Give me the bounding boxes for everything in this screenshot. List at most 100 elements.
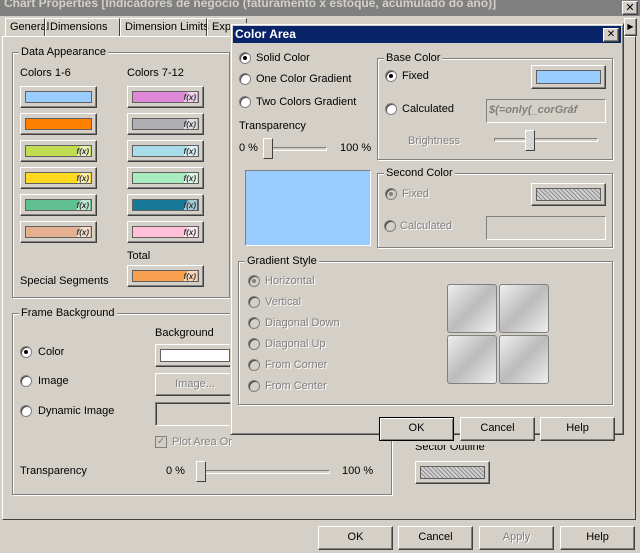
solid-color-radio[interactable] <box>239 52 251 64</box>
color-button-colors_7_12-3[interactable]: f(x) <box>127 140 204 162</box>
color-swatch: f(x) <box>25 226 92 238</box>
tab-dimensions[interactable]: Dimensions <box>45 18 120 37</box>
ok-button[interactable]: OK <box>318 526 393 550</box>
colors-7-12-label: Colors 7-12 <box>127 67 184 79</box>
color-button-colors_1_6-4[interactable]: f(x) <box>20 167 97 189</box>
gradient-option-radio[interactable] <box>248 317 260 329</box>
fx-icon: f(x) <box>177 271 197 281</box>
gradient-variant-3[interactable] <box>447 335 497 384</box>
second-calculated-label: Calculated <box>400 220 452 232</box>
transparency-slider-thumb[interactable] <box>196 461 206 482</box>
gradient-option-radio[interactable] <box>248 275 260 287</box>
image-radio-label: Image <box>38 375 69 387</box>
two-colors-gradient-radio[interactable] <box>239 96 251 108</box>
dialog-title: Color Area <box>235 27 296 41</box>
window-titlebar: Chart Properties [Indicadores de negócio… <box>0 0 640 16</box>
gradient-option-label: Diagonal Up <box>265 338 326 350</box>
dynamic-image-radio[interactable] <box>20 405 32 417</box>
color-preview <box>245 170 371 246</box>
total-color-button[interactable]: f(x) <box>127 265 204 287</box>
color-swatch: f(x) <box>132 226 199 238</box>
base-color-button[interactable] <box>531 65 606 89</box>
color-radio[interactable] <box>20 346 32 358</box>
window-title: Chart Properties [Indicadores de negócio… <box>4 0 497 10</box>
total-label: Total <box>127 250 151 262</box>
gradient-option-radio[interactable] <box>248 359 260 371</box>
color-swatch: f(x) <box>132 145 199 157</box>
fx-icon: f(x) <box>177 173 197 183</box>
group-title: Second Color <box>384 167 455 180</box>
dialog-ok-button[interactable]: OK <box>379 417 454 441</box>
color-swatch: f(x) <box>132 91 199 103</box>
transparency-label: Transparency <box>20 465 87 477</box>
color-swatch: f(x) <box>132 172 199 184</box>
color-swatch <box>536 70 601 84</box>
group-title: Base Color <box>384 52 443 65</box>
color-swatch: f(x) <box>25 145 92 157</box>
color-button-colors_1_6-2[interactable] <box>20 113 97 135</box>
color-button-colors_1_6-3[interactable]: f(x) <box>20 140 97 162</box>
color-button-colors_7_12-1[interactable]: f(x) <box>127 86 204 108</box>
gradient-variant-2[interactable] <box>499 284 549 333</box>
dynamic-image-input[interactable] <box>155 402 235 426</box>
dialog-close-button[interactable]: ✕ <box>603 28 619 42</box>
base-fixed-radio[interactable] <box>385 70 397 82</box>
sector-outline-button[interactable] <box>415 461 490 484</box>
sector-outline-label: Sector Outline <box>415 445 485 453</box>
tab-general[interactable]: General <box>5 18 49 37</box>
dialog-transparency-min: 0 % <box>239 142 258 154</box>
cancel-button[interactable]: Cancel <box>398 526 473 550</box>
image-radio[interactable] <box>20 375 32 387</box>
gradient-variant-1[interactable] <box>447 284 497 333</box>
color-button-colors_7_12-2[interactable]: f(x) <box>127 113 204 135</box>
background-color-button[interactable] <box>155 344 235 367</box>
transparency-min-label: 0 % <box>166 465 185 477</box>
base-calculated-label: Calculated <box>402 103 454 115</box>
window-close-button[interactable]: ✕ <box>622 1 638 15</box>
brightness-label: Brightness <box>408 135 460 147</box>
dialog-transparency-label: Transparency <box>239 120 306 132</box>
gradient-option-radio[interactable] <box>248 338 260 350</box>
image-button[interactable]: Image... <box>155 373 235 396</box>
second-calculated-radio[interactable] <box>384 220 396 232</box>
dynamic-image-radio-label: Dynamic Image <box>38 405 115 417</box>
gradient-option-label: Horizontal <box>265 275 315 287</box>
dialog-cancel-button[interactable]: Cancel <box>460 417 535 441</box>
plot-area-label: Plot Area Only <box>172 436 232 448</box>
color-swatch <box>420 466 485 479</box>
fx-icon: f(x) <box>70 200 90 210</box>
tab-scroll-right-button[interactable]: ▶ <box>624 18 637 36</box>
second-fixed-radio[interactable] <box>385 188 397 200</box>
gradient-option-radio[interactable] <box>248 380 260 392</box>
second-calculated-input[interactable] <box>486 216 606 240</box>
color-button-colors_7_12-6[interactable]: f(x) <box>127 221 204 243</box>
color-button-colors_7_12-4[interactable]: f(x) <box>127 167 204 189</box>
color-swatch: f(x) <box>25 172 92 184</box>
gradient-option-label: Diagonal Down <box>265 317 340 329</box>
one-color-gradient-radio[interactable] <box>239 73 251 85</box>
brightness-thumb[interactable] <box>525 130 535 151</box>
brightness-track[interactable] <box>494 138 598 142</box>
color-button-colors_1_6-1[interactable] <box>20 86 97 108</box>
apply-button[interactable]: Apply <box>479 526 554 550</box>
color-button-colors_1_6-6[interactable]: f(x) <box>20 221 97 243</box>
plot-area-checkbox[interactable]: ✓ <box>155 436 167 448</box>
base-calculated-radio[interactable] <box>385 103 397 115</box>
close-icon: ✕ <box>606 29 616 40</box>
color-button-colors_1_6-5[interactable]: f(x) <box>20 194 97 216</box>
dialog-help-button[interactable]: Help <box>540 417 615 441</box>
base-calculated-input[interactable]: $(=only(_corGráf <box>486 99 606 123</box>
help-button[interactable]: Help <box>560 526 635 550</box>
gradient-option-radio[interactable] <box>248 296 260 308</box>
color-swatch <box>536 188 601 201</box>
gradient-variant-4[interactable] <box>499 335 549 384</box>
gradient-option-label: Vertical <box>265 296 302 308</box>
colors-1-6-label: Colors 1-6 <box>20 67 71 79</box>
dialog-transparency-thumb[interactable] <box>263 138 273 159</box>
color-button-colors_7_12-5[interactable]: f(x) <box>127 194 204 216</box>
fx-icon: f(x) <box>70 146 90 156</box>
second-color-button[interactable] <box>531 183 606 206</box>
tab-dimension-limits[interactable]: Dimension Limits <box>120 18 209 37</box>
dialog-transparency-track[interactable] <box>265 147 327 151</box>
transparency-slider-track[interactable] <box>200 470 330 474</box>
